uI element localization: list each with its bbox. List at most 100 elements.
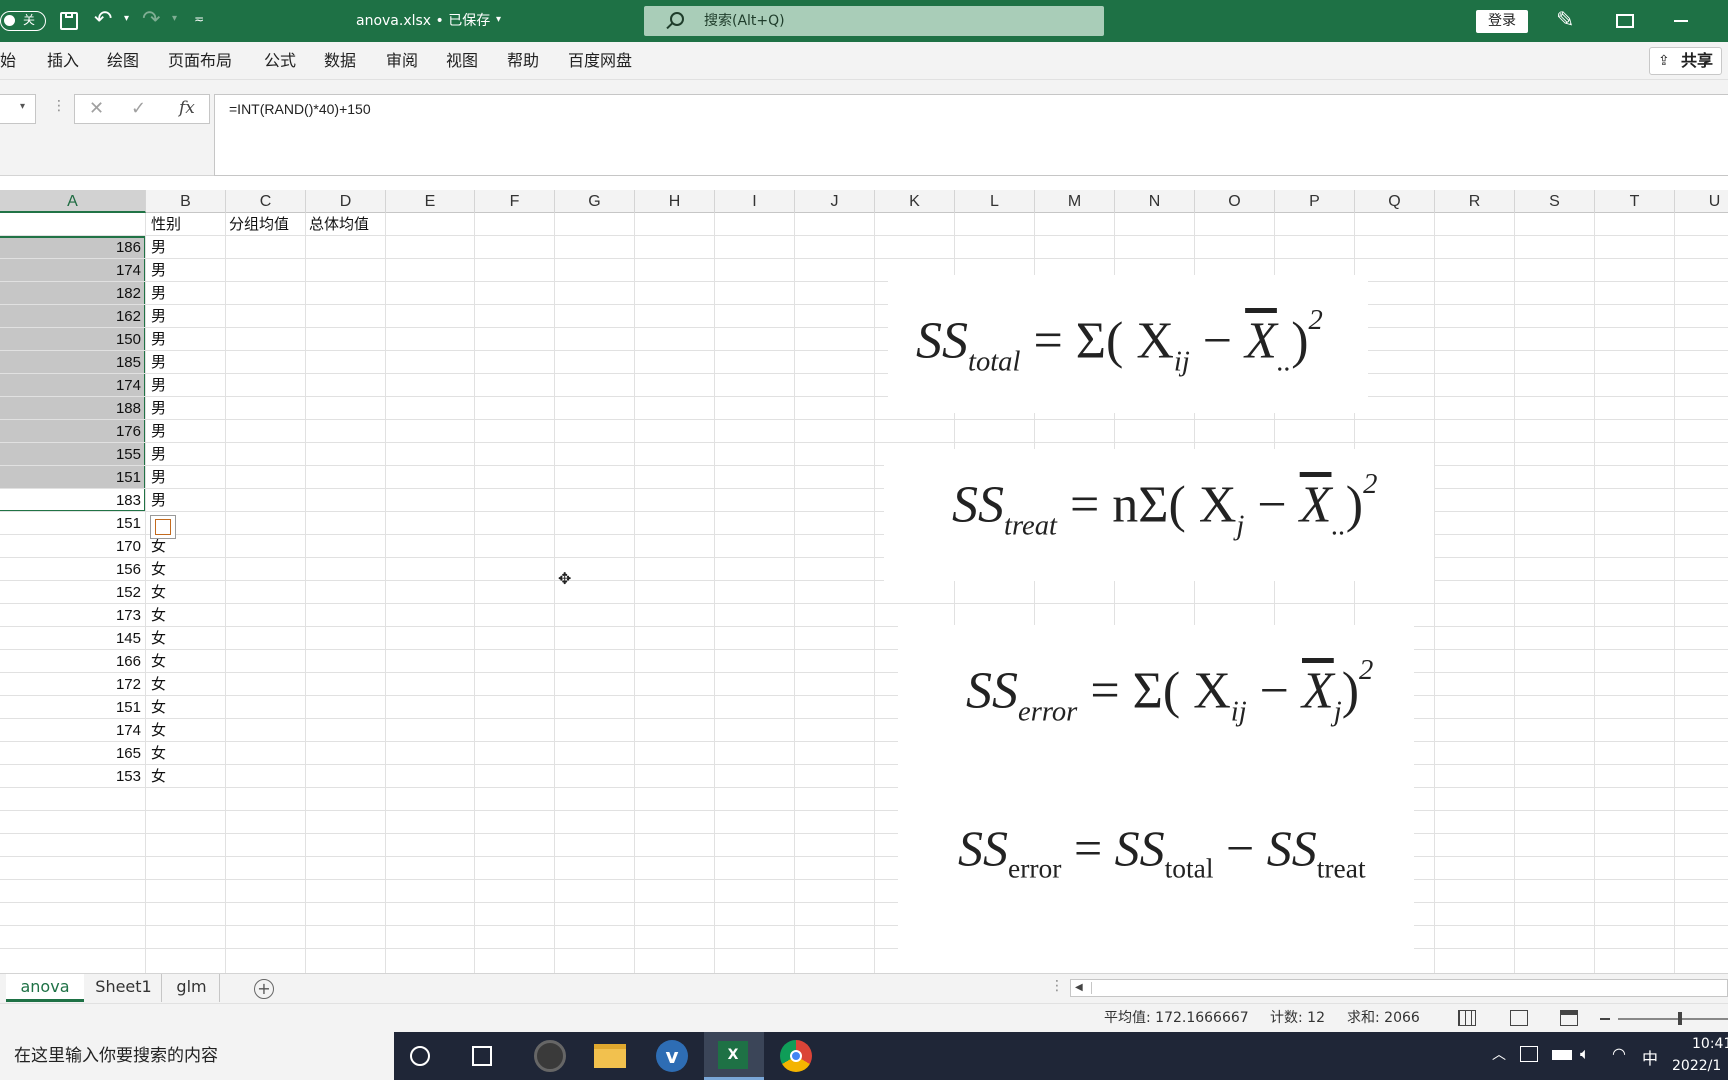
- cell-b22[interactable]: 女: [151, 696, 166, 719]
- cell-a21[interactable]: 172: [0, 673, 141, 696]
- search-input[interactable]: 搜索(Alt+Q): [644, 6, 1104, 36]
- cell-a6[interactable]: 150: [0, 328, 141, 351]
- file-title[interactable]: anova.xlsx • 已保存: [356, 0, 490, 42]
- tab-insert[interactable]: 插入: [47, 42, 79, 80]
- cell-a18[interactable]: 173: [0, 604, 141, 627]
- formula-bar-grip-icon[interactable]: ⋮: [52, 98, 66, 114]
- tab-splitter-icon[interactable]: ⋮: [1050, 978, 1064, 994]
- column-header-g[interactable]: G: [555, 190, 635, 213]
- login-button[interactable]: 登录: [1476, 10, 1528, 33]
- cortana-icon[interactable]: [410, 1046, 430, 1066]
- column-header-i[interactable]: I: [715, 190, 795, 213]
- zoom-slider-thumb[interactable]: [1678, 1012, 1682, 1025]
- ime-indicator[interactable]: 中: [1642, 1045, 1658, 1069]
- cell-a25[interactable]: 153: [0, 765, 141, 788]
- cell-a9[interactable]: 188: [0, 397, 141, 420]
- cell-b13[interactable]: 男: [151, 489, 166, 512]
- file-explorer-icon[interactable]: [594, 1044, 626, 1068]
- minimize-icon[interactable]: [1674, 20, 1688, 22]
- cell-a10[interactable]: 176: [0, 420, 141, 443]
- column-header-d[interactable]: D: [306, 190, 386, 213]
- cell-a17[interactable]: 152: [0, 581, 141, 604]
- sheet-tab-sheet1[interactable]: Sheet1: [86, 974, 162, 1002]
- quick-analysis-button[interactable]: [150, 515, 176, 539]
- cell-a14[interactable]: 151: [0, 512, 141, 535]
- cell-d1[interactable]: 总体均值: [309, 213, 369, 236]
- formula-image-ss-total[interactable]: SStotal = Σ( Xij − X..)2: [888, 275, 1368, 413]
- cell-a4[interactable]: 182: [0, 282, 141, 305]
- cell-b8[interactable]: 男: [151, 374, 166, 397]
- sheet-tab-glm[interactable]: glm: [164, 974, 220, 1002]
- cell-b5[interactable]: 男: [151, 305, 166, 328]
- column-header-b[interactable]: B: [146, 190, 226, 213]
- worksheet-grid[interactable]: 性别 分组均值 总体均值 186 男 174 男 182 男 162 男 150…: [0, 213, 1728, 973]
- cell-b12[interactable]: 男: [151, 466, 166, 489]
- excel-taskbar-button[interactable]: X: [704, 1032, 764, 1080]
- cell-b17[interactable]: 女: [151, 581, 166, 604]
- tab-data[interactable]: 数据: [324, 42, 356, 80]
- tab-help[interactable]: 帮助: [507, 42, 539, 80]
- customize-toolbar-icon[interactable]: ≂: [194, 12, 204, 26]
- file-title-dropdown-icon[interactable]: ▾: [496, 14, 501, 25]
- cell-b4[interactable]: 男: [151, 282, 166, 305]
- task-view-icon[interactable]: [472, 1046, 492, 1066]
- cell-a16[interactable]: 156: [0, 558, 141, 581]
- cancel-icon[interactable]: ✕: [89, 98, 104, 119]
- column-header-s[interactable]: S: [1515, 190, 1595, 213]
- cell-a19[interactable]: 145: [0, 627, 141, 650]
- cell-b1[interactable]: 性别: [151, 213, 181, 236]
- column-header-j[interactable]: J: [795, 190, 875, 213]
- scroll-left-icon[interactable]: ◀: [1075, 980, 1083, 996]
- column-header-o[interactable]: O: [1195, 190, 1275, 213]
- cell-b2[interactable]: 男: [151, 236, 166, 259]
- column-header-c[interactable]: C: [226, 190, 306, 213]
- tab-review[interactable]: 审阅: [386, 42, 418, 80]
- name-box-dropdown-icon[interactable]: ▾: [20, 101, 25, 112]
- column-header-r[interactable]: R: [1435, 190, 1515, 213]
- share-button[interactable]: ⇪ 共享: [1649, 47, 1722, 75]
- volume-icon[interactable]: 🔈︎: [1580, 1044, 1590, 1064]
- cell-a3[interactable]: 174: [0, 259, 141, 282]
- formula-image-ss-treat[interactable]: SStreat = nΣ( Xj − X..)2: [884, 449, 1434, 581]
- add-sheet-icon[interactable]: +: [254, 979, 274, 999]
- cell-b25[interactable]: 女: [151, 765, 166, 788]
- tab-baidu-netdisk[interactable]: 百度网盘: [568, 42, 632, 80]
- tab-view[interactable]: 视图: [446, 42, 478, 80]
- cell-c1[interactable]: 分组均值: [229, 213, 289, 236]
- formula-input[interactable]: =INT(RAND()*40)+150: [214, 94, 1728, 176]
- formula-image-ss-error-difference[interactable]: SSerror = SStotal − SStreat: [898, 775, 1414, 973]
- cell-b19[interactable]: 女: [151, 627, 166, 650]
- cell-a20[interactable]: 166: [0, 650, 141, 673]
- cell-b7[interactable]: 男: [151, 351, 166, 374]
- clock-time[interactable]: 10:41: [1692, 1036, 1728, 1052]
- tray-app-icon[interactable]: [1520, 1046, 1538, 1062]
- horizontal-scrollbar[interactable]: ◀: [1070, 979, 1728, 997]
- cell-b18[interactable]: 女: [151, 604, 166, 627]
- column-header-m[interactable]: M: [1035, 190, 1115, 213]
- column-header-a[interactable]: A: [0, 190, 146, 213]
- column-header-k[interactable]: K: [875, 190, 955, 213]
- cell-a24[interactable]: 165: [0, 742, 141, 765]
- column-header-u[interactable]: U: [1675, 190, 1728, 213]
- cell-a7[interactable]: 185: [0, 351, 141, 374]
- cell-b24[interactable]: 女: [151, 742, 166, 765]
- taskbar-search-input[interactable]: 在这里输入你要搜索的内容: [0, 1032, 394, 1080]
- formula-image-ss-error[interactable]: SSerror = Σ( Xij − Xj)2: [898, 625, 1414, 775]
- zoom-slider[interactable]: [1618, 1012, 1728, 1025]
- page-layout-view-icon[interactable]: [1510, 1010, 1528, 1026]
- wifi-icon[interactable]: ◠: [1612, 1044, 1626, 1063]
- zoom-out-icon[interactable]: [1600, 1018, 1610, 1020]
- cell-a11[interactable]: 155: [0, 443, 141, 466]
- battery-icon[interactable]: [1552, 1050, 1572, 1060]
- page-break-view-icon[interactable]: [1560, 1010, 1578, 1026]
- cell-a12[interactable]: 151: [0, 466, 141, 489]
- cell-a22[interactable]: 151: [0, 696, 141, 719]
- cell-b23[interactable]: 女: [151, 719, 166, 742]
- cell-a2[interactable]: 186: [0, 236, 141, 259]
- insert-function-icon[interactable]: fx: [179, 98, 195, 118]
- column-header-q[interactable]: Q: [1355, 190, 1435, 213]
- tab-draw[interactable]: 绘图: [107, 42, 139, 80]
- autosave-toggle[interactable]: 关: [0, 11, 46, 31]
- obs-app-icon[interactable]: [534, 1040, 566, 1072]
- cell-b3[interactable]: 男: [151, 259, 166, 282]
